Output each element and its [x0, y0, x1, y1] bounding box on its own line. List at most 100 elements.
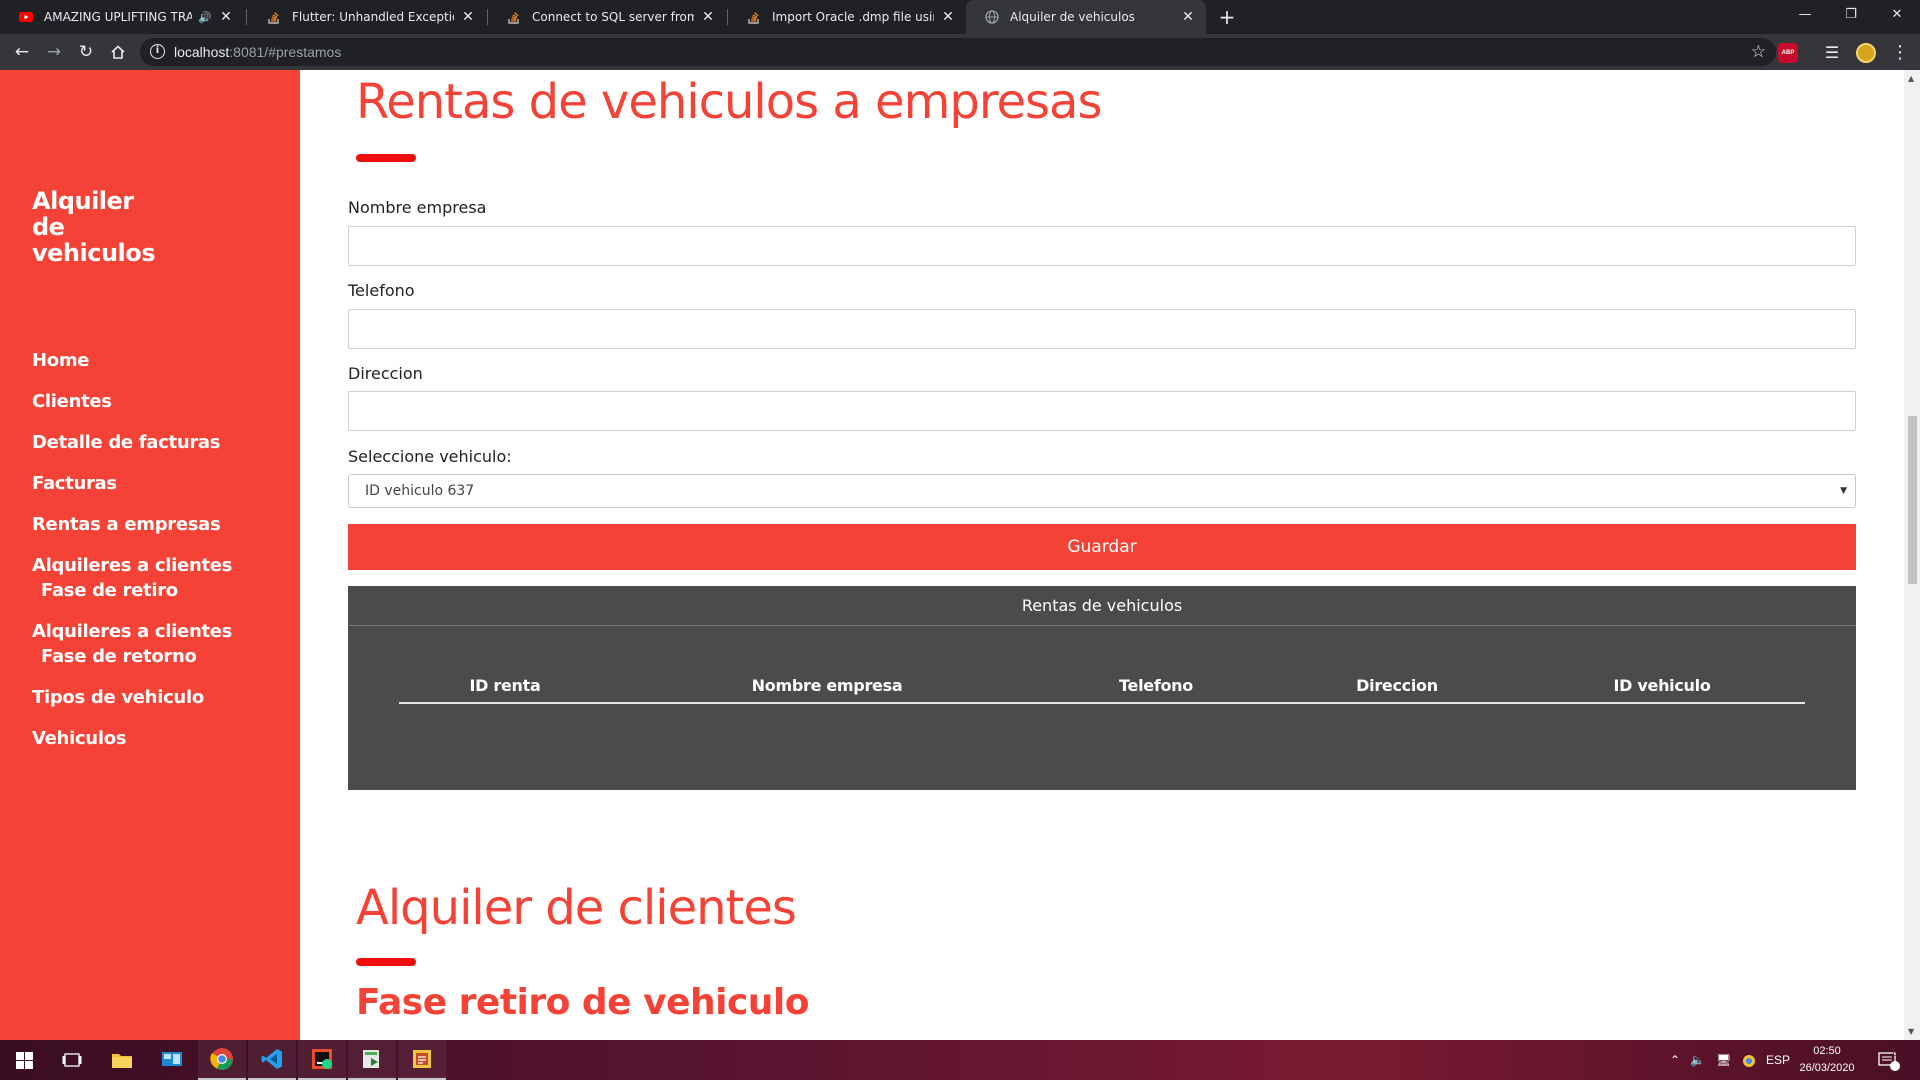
forward-arrow-icon[interactable]: → — [42, 40, 66, 64]
browser-tab[interactable]: Flutter: Unhandled Exception: Se ✕ — [248, 0, 486, 34]
sidebar-item-label: Vehiculos — [32, 728, 127, 749]
bookmark-star-icon[interactable]: ☆ — [1751, 38, 1766, 66]
reload-icon[interactable]: ↻ — [74, 40, 98, 64]
youtube-icon — [18, 9, 34, 25]
close-tab-icon[interactable]: ✕ — [218, 9, 234, 25]
direccion-input[interactable] — [348, 391, 1856, 431]
sidebar-item-clientes[interactable]: Clientes — [32, 389, 232, 414]
ide-app-icon[interactable] — [298, 1040, 346, 1080]
tray-overflow-icon[interactable]: ⌃ — [1670, 1040, 1680, 1080]
page-scrollbar[interactable]: ▲ ▼ — [1904, 70, 1920, 1040]
guardar-button[interactable]: Guardar — [348, 524, 1856, 570]
network-icon[interactable]: 🖥 — [1716, 1040, 1731, 1080]
stackoverflow-icon — [746, 9, 762, 25]
sidebar-item-facturas[interactable]: Facturas — [32, 471, 232, 496]
browser-toolbar: ← → ↻ i localhost:8081/#prestamos ☆ ABP … — [0, 34, 1920, 70]
tab-separator — [246, 9, 247, 25]
adblock-plus-icon[interactable]: ABP — [1778, 43, 1798, 63]
stackoverflow-icon — [506, 9, 522, 25]
scroll-up-arrow-icon[interactable]: ▲ — [1908, 74, 1914, 83]
browser-tab-active[interactable]: Alquiler de vehiculos ✕ — [966, 0, 1206, 34]
windows-taskbar: ⌃ 🔈 🖥 ESP 02:50 26/03/2020 1 — [0, 1040, 1920, 1080]
close-window-icon[interactable]: ✕ — [1874, 0, 1920, 30]
media-app-icon[interactable] — [348, 1040, 396, 1080]
new-tab-button[interactable]: + — [1214, 4, 1240, 30]
sidebar-item-label: Alquileres a clientes — [32, 555, 233, 576]
sidebar-item-rentas-empresas[interactable]: Rentas a empresas — [32, 512, 232, 537]
browser-tab-strip: AMAZING UPLIFTING TRANC 🔊 ✕ Flutter: Unh… — [0, 0, 1920, 34]
sql-app-icon[interactable] — [398, 1040, 446, 1080]
sidebar: Alquiler de vehiculos Home Clientes Deta… — [0, 70, 300, 1040]
browser-menu-icon[interactable]: ⋮ — [1890, 43, 1910, 63]
back-arrow-icon[interactable]: ← — [10, 40, 34, 64]
audio-playing-icon[interactable]: 🔊 — [198, 11, 212, 24]
sidebar-item-sublabel: Fase de retiro — [41, 580, 178, 601]
file-explorer-icon[interactable] — [98, 1040, 146, 1080]
column-header-id-vehiculo: ID vehiculo — [1613, 676, 1711, 695]
brand-title: Alquiler de vehiculos — [32, 187, 156, 266]
input-language[interactable]: ESP — [1766, 1040, 1790, 1080]
taskbar-clock[interactable]: 02:50 26/03/2020 — [1790, 1043, 1864, 1077]
title-underline — [356, 154, 416, 162]
table-caption: Rentas de vehiculos — [348, 586, 1856, 626]
page-title: Rentas de vehiculos a empresas — [356, 74, 1102, 130]
vehiculo-select-label: Seleccione vehiculo: — [348, 447, 512, 466]
scrollbar-thumb[interactable] — [1908, 416, 1917, 584]
profile-avatar-icon[interactable] — [1856, 43, 1876, 63]
sidebar-item-alquileres-retorno[interactable]: Alquileres a clientes Fase de retorno — [32, 619, 232, 669]
minimize-window-icon[interactable]: — — [1782, 0, 1828, 30]
brand-line: de — [32, 213, 65, 241]
rentas-table: Rentas de vehiculos ID renta Nombre empr… — [348, 586, 1856, 790]
notification-count: 1 — [1891, 1048, 1897, 1058]
column-header-id-renta: ID renta — [469, 676, 541, 695]
desktop-app-icon[interactable] — [148, 1040, 196, 1080]
browser-tab[interactable]: Connect to SQL server from PHP ✕ — [488, 0, 726, 34]
scroll-down-arrow-icon[interactable]: ▼ — [1908, 1027, 1914, 1036]
url-host: localhost — [174, 44, 230, 60]
close-tab-icon[interactable]: ✕ — [460, 9, 476, 25]
task-view-icon[interactable] — [48, 1040, 96, 1080]
url-path: :8081/#prestamos — [229, 44, 342, 60]
action-center-icon[interactable]: 1 — [1878, 1040, 1918, 1080]
windows-start-icon[interactable] — [0, 1040, 48, 1080]
telefono-label: Telefono — [348, 281, 415, 300]
sidebar-item-vehiculos[interactable]: Vehiculos — [32, 726, 232, 751]
site-info-icon[interactable]: i — [150, 44, 165, 59]
table-header-row: ID renta Nombre empresa Telefono Direcci… — [399, 676, 1805, 704]
volume-icon[interactable]: 🔈 — [1690, 1040, 1705, 1080]
sidebar-item-label: Clientes — [32, 391, 112, 412]
main-content: Rentas de vehiculos a empresas Nombre em… — [300, 70, 1904, 1040]
nombre-empresa-input[interactable] — [348, 226, 1856, 266]
browser-tab[interactable]: AMAZING UPLIFTING TRANC 🔊 ✕ — [0, 0, 244, 34]
close-tab-icon[interactable]: ✕ — [940, 9, 956, 25]
sidebar-item-label: Alquileres a clientes — [32, 621, 233, 642]
section-subtitle-fase-retiro: Fase retiro de vehiculo — [356, 982, 810, 1023]
brand-line: Alquiler — [32, 187, 134, 215]
tab-title: Connect to SQL server from PHP — [532, 10, 694, 24]
sidebar-item-label: Home — [32, 350, 90, 371]
chrome-app-icon[interactable] — [198, 1040, 246, 1080]
stackoverflow-icon — [266, 9, 282, 25]
restore-window-icon[interactable]: ❐ — [1828, 0, 1874, 30]
clock-date: 26/03/2020 — [1799, 1062, 1855, 1074]
column-header-nombre-empresa: Nombre empresa — [751, 676, 903, 695]
vscode-app-icon[interactable] — [248, 1040, 296, 1080]
sidebar-item-alquileres-retiro[interactable]: Alquileres a clientes Fase de retiro — [32, 553, 232, 603]
globe-icon — [984, 9, 1000, 25]
media-controls-icon[interactable]: ☰ — [1822, 43, 1842, 63]
direccion-label: Direccion — [348, 364, 423, 383]
close-tab-icon[interactable]: ✕ — [1180, 9, 1196, 25]
telefono-input[interactable] — [348, 309, 1856, 349]
tray-app-icon[interactable] — [1742, 1040, 1756, 1080]
vehiculo-selected-value: ID vehiculo 637 — [365, 483, 475, 499]
browser-tab[interactable]: Import Oracle .dmp file using SQ ✕ — [728, 0, 966, 34]
sidebar-item-detalle-facturas[interactable]: Detalle de facturas — [32, 430, 232, 455]
vehiculo-select[interactable]: ID vehiculo 637 ▼ — [348, 474, 1856, 508]
home-icon[interactable] — [106, 40, 130, 64]
sidebar-item-label: Tipos de vehiculo — [32, 687, 204, 708]
sidebar-item-tipos-vehiculo[interactable]: Tipos de vehiculo — [32, 685, 232, 710]
address-url[interactable]: localhost:8081/#prestamos — [174, 38, 341, 66]
sidebar-item-home[interactable]: Home — [32, 348, 232, 373]
address-bar[interactable]: i localhost:8081/#prestamos ☆ — [140, 38, 1776, 66]
close-tab-icon[interactable]: ✕ — [700, 9, 716, 25]
